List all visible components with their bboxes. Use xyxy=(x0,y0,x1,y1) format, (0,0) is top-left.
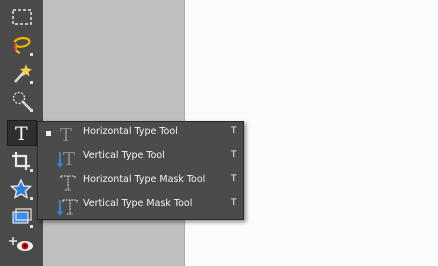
quick-selection-icon xyxy=(12,91,33,112)
menu-item-label: Horizontal Type Mask Tool xyxy=(83,174,206,185)
menu-item-label: Vertical Type Mask Tool xyxy=(83,198,193,209)
straighten-tool[interactable] xyxy=(7,204,37,230)
menu-item-vertical-type-mask-tool[interactable]: Vertical Type Mask Tool T xyxy=(38,194,243,218)
menu-item-label: Vertical Type Tool xyxy=(83,150,165,161)
menu-item-vertical-type-tool[interactable]: T Vertical Type Tool T xyxy=(38,146,243,170)
selected-bullet-icon xyxy=(46,131,51,136)
red-eye-removal-tool[interactable] xyxy=(7,232,37,258)
type-icon: T xyxy=(15,123,28,144)
quick-selection-tool[interactable] xyxy=(7,88,37,114)
svg-text:T: T xyxy=(15,123,28,144)
menu-item-shortcut: T xyxy=(231,174,237,184)
vertical-type-icon: T xyxy=(56,149,75,168)
lasso-icon xyxy=(13,36,33,56)
crop-icon xyxy=(12,152,33,172)
custom-shape-tool[interactable] xyxy=(7,176,37,202)
menu-item-shortcut: T xyxy=(231,198,237,208)
menu-item-shortcut: T xyxy=(231,126,237,136)
menu-item-label: Horizontal Type Tool xyxy=(83,126,178,137)
type-tool[interactable]: T xyxy=(7,120,37,146)
vertical-type-mask-icon xyxy=(56,199,78,216)
magic-wand-tool[interactable] xyxy=(7,60,37,86)
straighten-icon xyxy=(12,208,33,228)
horizontal-type-mask-icon xyxy=(60,175,76,191)
custom-shape-icon xyxy=(10,178,33,200)
type-tool-flyout-menu: T Horizontal Type Tool T T Vertical Type… xyxy=(37,121,244,220)
menu-item-horizontal-type-tool[interactable]: T Horizontal Type Tool T xyxy=(38,122,243,146)
red-eye-icon xyxy=(9,237,33,251)
menu-item-shortcut: T xyxy=(231,150,237,160)
magic-wand-icon xyxy=(14,64,33,84)
svg-text:T: T xyxy=(60,125,72,144)
crop-tool[interactable] xyxy=(7,148,37,174)
menu-item-horizontal-type-mask-tool[interactable]: Horizontal Type Mask Tool T xyxy=(38,170,243,194)
rectangular-marquee-icon xyxy=(12,9,32,25)
rectangular-marquee-tool[interactable] xyxy=(7,4,37,30)
horizontal-type-icon: T xyxy=(60,125,72,144)
lasso-tool[interactable] xyxy=(7,32,37,58)
svg-text:T: T xyxy=(63,149,75,168)
